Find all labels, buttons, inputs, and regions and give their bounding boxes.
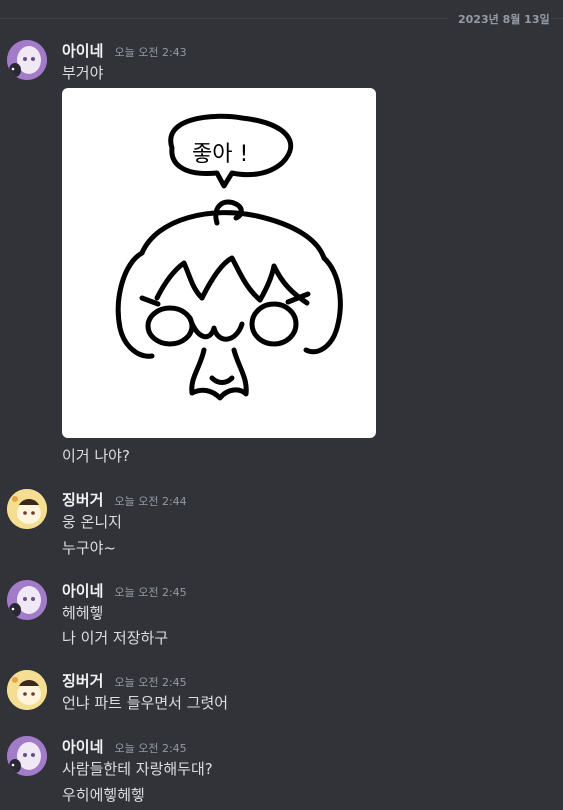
message-text: 언냐 파트 들우면서 그렷어 — [62, 694, 229, 712]
timestamp: 오늘 오전 2:45 — [114, 586, 187, 599]
username[interactable]: 징버거 — [62, 672, 103, 690]
message-text: 우히에헿헤헿 — [62, 786, 145, 804]
avatar[interactable] — [7, 670, 47, 710]
avatar[interactable] — [7, 40, 47, 80]
username[interactable]: 아이네 — [62, 582, 103, 600]
date-label: 2023년 8월 13일 — [458, 13, 550, 26]
username[interactable]: 아이네 — [62, 42, 103, 60]
message-text: 누구야~ — [62, 539, 116, 557]
message-text: 부거야 — [62, 64, 104, 82]
message-text: 나 이거 저장하구 — [62, 629, 169, 647]
message-text: 사람들한테 자랑해두대? — [62, 760, 213, 778]
timestamp: 오늘 오전 2:44 — [114, 495, 187, 508]
date-divider: 2023년 8월 13일 — [0, 10, 563, 26]
divider-line — [0, 18, 448, 19]
speech-bubble-text: 좋아 ! — [192, 142, 249, 167]
avatar[interactable] — [7, 580, 47, 620]
image-attachment[interactable]: 좋아 ! — [62, 88, 376, 438]
timestamp: 오늘 오전 2:45 — [114, 742, 187, 755]
divider-line — [551, 18, 563, 19]
message-text: 이거 나야? — [62, 447, 130, 465]
timestamp: 오늘 오전 2:43 — [114, 46, 187, 59]
timestamp: 오늘 오전 2:45 — [114, 676, 187, 689]
username[interactable]: 징버거 — [62, 491, 103, 509]
message-text: 웅 온니지 — [62, 513, 122, 531]
avatar[interactable] — [7, 736, 47, 776]
username[interactable]: 아이네 — [62, 738, 103, 756]
message-text: 헤헤헿 — [62, 604, 104, 622]
avatar[interactable] — [7, 489, 47, 529]
